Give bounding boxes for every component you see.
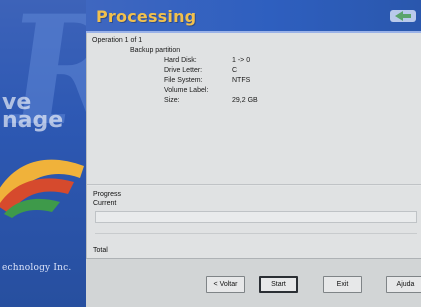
detail-value: NTFS bbox=[232, 77, 251, 84]
back-button[interactable]: < Voltar bbox=[206, 276, 245, 293]
operation-action: Backup partition bbox=[130, 47, 181, 54]
section-divider bbox=[87, 184, 421, 186]
start-button[interactable]: Start bbox=[259, 276, 298, 293]
detail-value: C bbox=[232, 67, 238, 74]
brand-panel: R ve nage echnology Inc. bbox=[0, 0, 86, 307]
progress-separator bbox=[95, 233, 417, 234]
detail-row-file-system: File System: NTFS bbox=[92, 76, 412, 86]
detail-label: Volume Label: bbox=[164, 87, 209, 94]
detail-label: Hard Disk: bbox=[164, 57, 197, 64]
company-name: echnology Inc. bbox=[2, 263, 72, 273]
detail-label: Drive Letter: bbox=[164, 67, 203, 74]
operation-details: Operation 1 of 1 Backup partition Hard D… bbox=[92, 36, 412, 106]
detail-value: 29,2 GB bbox=[232, 97, 258, 104]
exit-button[interactable]: Exit bbox=[323, 276, 362, 293]
operation-count: Operation 1 of 1 bbox=[92, 37, 143, 44]
current-progress-label: Current bbox=[93, 200, 117, 207]
help-button[interactable]: Ajuda bbox=[386, 276, 421, 293]
detail-row-volume-label: Volume Label: bbox=[92, 86, 412, 96]
detail-row-hard-disk: Hard Disk: 1 -> 0 bbox=[92, 56, 412, 66]
detail-row-drive-letter: Drive Letter: C bbox=[92, 66, 412, 76]
page-title: Processing bbox=[96, 7, 197, 26]
current-progress-bar bbox=[95, 211, 417, 223]
detail-value bbox=[224, 86, 232, 96]
status-arrow-icon bbox=[390, 10, 416, 22]
detail-label: File System: bbox=[164, 77, 203, 84]
detail-value: 1 -> 0 bbox=[232, 57, 251, 64]
detail-label: Size: bbox=[164, 97, 180, 104]
button-bar: < Voltar Start Exit Ajuda bbox=[86, 258, 421, 307]
total-progress-label: Total bbox=[93, 247, 108, 254]
main-content: Operation 1 of 1 Backup partition Hard D… bbox=[86, 33, 421, 270]
brand-title-line-2: nage bbox=[2, 108, 64, 133]
wizard-window: R ve nage echnology Inc. Processing Oper… bbox=[0, 0, 421, 307]
detail-row-size: Size: 29,2 GB bbox=[92, 96, 412, 106]
brand-swoosh-icon bbox=[0, 159, 84, 218]
page-header: Processing bbox=[86, 0, 421, 33]
progress-title: Progress bbox=[93, 191, 122, 198]
